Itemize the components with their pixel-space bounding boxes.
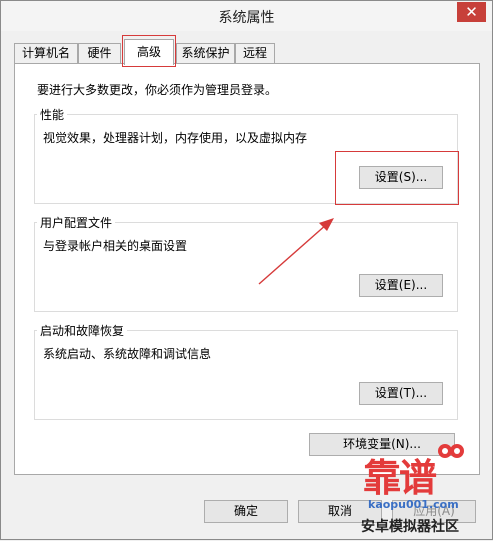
watermark-subtitle: 安卓模拟器社区	[361, 519, 459, 535]
watermark-brand: 靠谱	[363, 456, 437, 500]
watermark-domain: kaopu001.com	[368, 498, 459, 511]
system-properties-window: 系统属性 ✕ 计算机名 硬件 高级 系统保护 远程 要进行大多数更改，你必须作为…	[0, 0, 493, 540]
watermark-mascot-icon	[437, 441, 465, 461]
